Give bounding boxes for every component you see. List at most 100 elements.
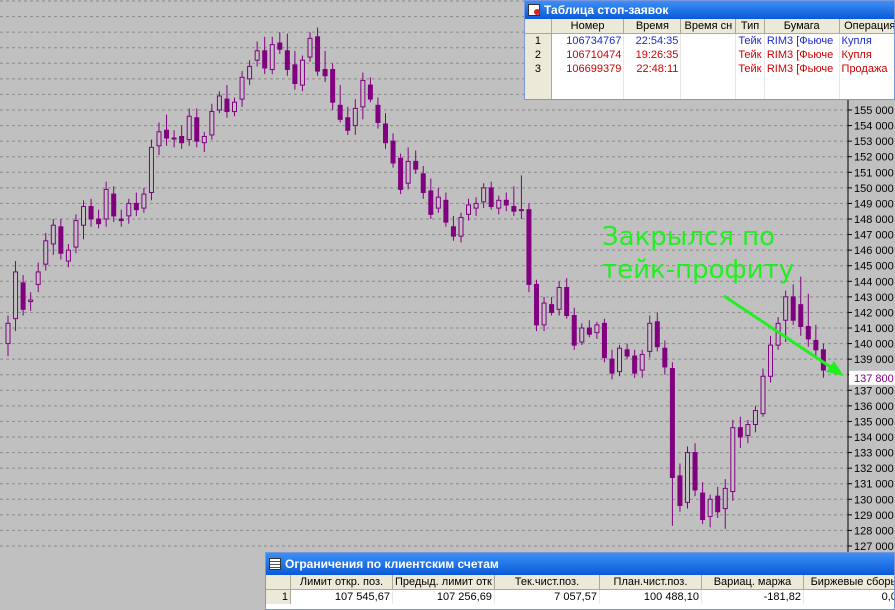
candle <box>337 85 343 123</box>
candle <box>481 183 487 209</box>
price-tick-label: 137 000 <box>854 385 894 397</box>
candle <box>715 486 721 518</box>
column-header[interactable] <box>525 19 552 34</box>
candle <box>647 315 653 358</box>
candle <box>458 212 464 243</box>
candle <box>118 209 124 227</box>
table-row[interactable]: 3 106699379 22:48:11 Тейк RIM3 [Фьюче Продажа… <box>525 62 894 76</box>
price-tick-label: 129 000 <box>854 510 894 522</box>
table-cell: 2 <box>525 48 552 62</box>
table-cell: 107 545,67 <box>290 589 393 604</box>
candle <box>224 85 230 118</box>
column-header[interactable]: Бумага <box>764 19 840 34</box>
price-tick-label: 148 000 <box>854 214 894 226</box>
candle <box>164 114 170 146</box>
candle <box>805 293 811 347</box>
table-cell: Тейк <box>735 33 765 48</box>
candle <box>360 72 366 120</box>
annotation-arrow <box>723 294 839 374</box>
annotation: Закрылся по тейк-профиту <box>602 222 844 376</box>
limits-titlebar[interactable]: Ограничения по клиентским счетам <box>266 553 894 575</box>
candle <box>247 60 253 86</box>
price-tick-label: 143 000 <box>854 292 894 304</box>
candle <box>677 463 683 512</box>
candle <box>390 133 396 168</box>
candle <box>194 108 200 148</box>
stop-orders-titlebar[interactable]: Таблица стоп-заявок <box>525 1 894 19</box>
candle <box>466 198 472 221</box>
column-header[interactable]: Тек.чист.поз. <box>494 575 600 590</box>
candle <box>171 130 177 148</box>
stop-orders-title: Таблица стоп-заявок <box>544 3 669 17</box>
candle <box>307 32 313 62</box>
price-tick-label: 134 000 <box>854 432 894 444</box>
stop-orders-table[interactable]: НомерВремяВремя снТипБумагаОперацияСтоп-… <box>525 19 894 99</box>
candle <box>624 343 630 360</box>
candle <box>5 315 11 357</box>
candle <box>239 71 245 107</box>
table-cell: Продажа <box>839 62 894 76</box>
table-cell <box>680 33 737 48</box>
candle <box>299 55 305 92</box>
table-cell: 3 <box>525 62 552 76</box>
candle <box>586 320 592 338</box>
candle <box>685 446 690 509</box>
limits-window[interactable]: Ограничения по клиентским счетам Лимит о… <box>265 552 895 610</box>
column-header[interactable]: План.чист.поз. <box>599 575 702 590</box>
limits-table[interactable]: Лимит откр. поз. Предыд. лимит отк Тек.чис… <box>266 575 894 604</box>
price-tick-label: 147 000 <box>854 230 894 242</box>
table-cell: 1 <box>266 589 291 604</box>
candle <box>277 32 283 54</box>
candle <box>752 405 758 433</box>
column-header[interactable]: Биржевые сборы <box>803 575 894 590</box>
candle <box>594 321 600 339</box>
price-tick-label: 136 000 <box>854 401 894 413</box>
annotation-line-1: Закрылся по <box>602 222 775 252</box>
candle <box>488 181 494 210</box>
table-row[interactable]: 110673476722:54:35ТейкRIM3 [ФьючеКупля13… <box>525 33 894 48</box>
table-cell: 7 057,57 <box>494 589 600 604</box>
candle <box>541 296 547 332</box>
column-header[interactable] <box>266 575 291 590</box>
candle <box>405 147 411 190</box>
candle <box>35 262 41 293</box>
candle <box>254 41 260 67</box>
column-header[interactable]: Тип <box>735 19 765 34</box>
candle <box>503 192 509 212</box>
table-cell: 106710474 <box>551 48 625 62</box>
candle <box>632 349 638 378</box>
candle <box>692 443 698 497</box>
candle <box>556 281 562 316</box>
column-header[interactable]: Операция <box>839 19 894 34</box>
column-header[interactable]: Вариац. маржа <box>701 575 804 590</box>
table-cell: 19:26:35 <box>623 48 682 62</box>
price-tick-label: 145 000 <box>854 261 894 273</box>
candle <box>654 312 660 352</box>
candle <box>201 131 207 153</box>
table-row[interactable]: 210671047419:26:35ТейкRIM3 [ФьючеКупля13… <box>525 48 894 62</box>
column-header[interactable]: Предыд. лимит отк <box>392 575 495 590</box>
stop-orders-window[interactable]: Таблица стоп-заявок Номер Время Время сн Ти… <box>524 0 895 100</box>
candle <box>496 195 502 215</box>
candle <box>375 97 381 129</box>
price-tick-label: 132 000 <box>854 463 894 475</box>
candle <box>450 215 456 241</box>
annotation-line-2: тейк-профиту <box>602 255 794 285</box>
candle <box>617 345 623 377</box>
limits-header: Лимит откр. поз. Предыд. лимит отк Тек.чис… <box>266 575 894 590</box>
candle <box>534 279 539 332</box>
column-header[interactable]: Номер <box>551 19 625 34</box>
price-tick-label: 150 000 <box>854 183 894 195</box>
table-cell: 107 256,69 <box>392 589 495 604</box>
candle <box>783 290 789 343</box>
candle <box>43 233 49 271</box>
column-header[interactable]: Лимит откр. поз. <box>290 575 393 590</box>
column-header[interactable]: Время сн <box>680 19 737 34</box>
table-cell: Купля <box>839 48 894 62</box>
candle <box>73 214 79 254</box>
table-icon <box>269 558 281 570</box>
candle <box>549 296 555 316</box>
price-tick-label: 131 000 <box>854 479 894 491</box>
column-header[interactable]: Время <box>623 19 682 34</box>
price-tick-label: 151 000 <box>854 167 894 179</box>
